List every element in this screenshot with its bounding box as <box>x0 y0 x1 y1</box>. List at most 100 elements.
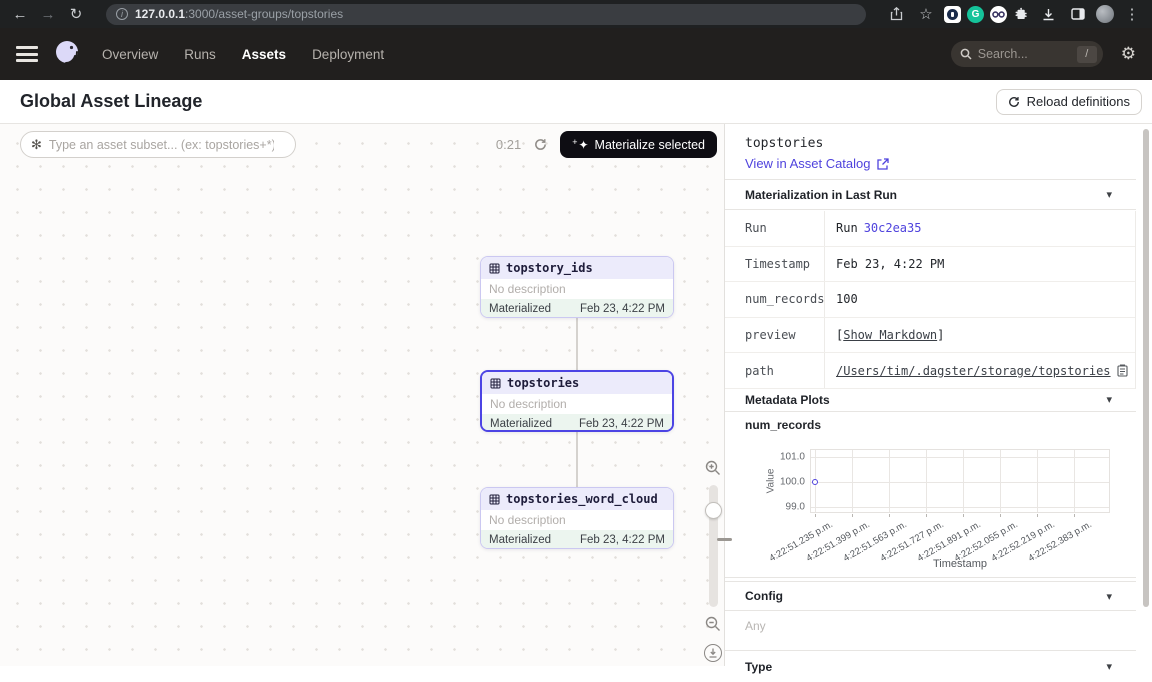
run-id-link[interactable]: 30c2ea35 <box>864 221 922 235</box>
search-input[interactable] <box>978 47 1064 61</box>
table-row-path: path /Users/tim/.dagster/storage/topstor… <box>725 353 1135 389</box>
browser-reload-button[interactable]: ↻ <box>64 3 88 25</box>
asset-subset-filter[interactable]: ✻ <box>20 131 296 158</box>
metadata-plot-block: num_records Value 101.0100.099.04:22:51.… <box>725 412 1136 578</box>
refresh-timer: 0:21 <box>496 137 521 152</box>
primary-nav: Overview Runs Assets Deployment <box>102 47 384 62</box>
global-search[interactable]: / <box>951 41 1103 67</box>
graph-refresh-icon[interactable] <box>534 138 547 151</box>
asset-node-name: topstory_ids <box>506 261 593 275</box>
table-row-run: Run Run30c2ea35 <box>725 211 1135 247</box>
collapse-caret-icon[interactable]: ▾ <box>1106 660 1112 673</box>
panel-divider-handle[interactable] <box>717 538 732 541</box>
chart-x-tick: 4:22:52.383 p.m. <box>1026 519 1093 564</box>
config-value: Any <box>745 619 766 633</box>
asset-node-status: Materialized <box>489 303 551 315</box>
page-header: Global Asset Lineage Reload definitions <box>0 80 1152 124</box>
collapse-caret-icon[interactable]: ▾ <box>1106 188 1112 201</box>
show-markdown-link[interactable]: Show Markdown <box>843 328 937 342</box>
materialize-selected-button[interactable]: +✦ Materialize selected <box>560 131 717 158</box>
materialize-sparkle-icon: +✦ <box>572 138 588 152</box>
view-in-asset-catalog-link[interactable]: View in Asset Catalog <box>745 156 889 171</box>
fit-view-icon[interactable] <box>704 644 722 662</box>
lineage-edge <box>576 432 578 487</box>
chart-x-tick: 4:22:51.399 p.m. <box>804 519 871 564</box>
asset-subset-input[interactable] <box>49 138 274 152</box>
extension-icon-goggles[interactable] <box>990 6 1007 23</box>
asset-node-name: topstories_word_cloud <box>506 492 658 506</box>
nav-item-deployment[interactable]: Deployment <box>312 47 384 62</box>
table-icon <box>489 494 500 505</box>
materialization-metadata-table: Run Run30c2ea35 Timestamp Feb 23, 4:22 P… <box>725 211 1136 389</box>
browser-toolbar: ← → ↻ i 127.0.0.1:3000/asset-groups/tops… <box>0 0 1152 28</box>
asset-node-status: Materialized <box>489 534 551 546</box>
panel-scrollbar[interactable] <box>1143 129 1149 607</box>
bookmark-star-icon[interactable]: ☆ <box>914 3 938 25</box>
table-row-timestamp: Timestamp Feb 23, 4:22 PM <box>725 247 1135 283</box>
op-selector-icon: ✻ <box>31 137 42 153</box>
asset-node-topstory-ids[interactable]: topstory_ids No description Materialized… <box>480 256 674 318</box>
nav-item-assets[interactable]: Assets <box>242 47 286 62</box>
nav-item-runs[interactable]: Runs <box>184 47 216 62</box>
section-materialization-last-run[interactable]: Materialization in Last Run ▾ <box>725 180 1136 210</box>
main-content: ✻ 0:21 +✦ Materialize selected topstory_… <box>0 124 1152 666</box>
asset-node-status: Materialized <box>490 418 552 430</box>
url-host: 127.0.0.1 <box>135 7 185 21</box>
extensions-puzzle-icon[interactable] <box>1013 6 1030 23</box>
asset-node-description: No description <box>481 510 673 530</box>
section-metadata-plots[interactable]: Metadata Plots ▾ <box>725 388 1136 412</box>
copy-clipboard-icon[interactable] <box>1117 364 1128 377</box>
side-panel-icon[interactable] <box>1066 3 1090 25</box>
zoom-in-icon[interactable] <box>705 460 721 476</box>
path-link[interactable]: /Users/tim/.dagster/storage/topstories <box>836 364 1111 378</box>
section-config[interactable]: Config ▾ <box>725 581 1136 611</box>
chart-y-tick: 99.0 <box>786 502 805 513</box>
asset-node-topstories-word-cloud[interactable]: topstories_word_cloud No description Mat… <box>480 487 674 549</box>
lineage-edge <box>576 318 578 370</box>
collapse-caret-icon[interactable]: ▾ <box>1106 393 1112 406</box>
nav-item-overview[interactable]: Overview <box>102 47 158 62</box>
browser-menu-kebab-icon[interactable]: ⋮ <box>1120 3 1144 25</box>
site-info-icon[interactable]: i <box>116 8 128 20</box>
table-icon <box>489 263 500 274</box>
chart-x-axis-label: Timestamp <box>933 558 987 570</box>
grammarly-extension-icon[interactable]: G <box>967 6 984 23</box>
share-icon[interactable] <box>884 3 908 25</box>
chart-data-point[interactable] <box>812 479 818 485</box>
reload-definitions-button[interactable]: Reload definitions <box>996 89 1142 115</box>
dagster-logo[interactable] <box>52 38 84 70</box>
section-type[interactable]: Type ▾ <box>725 650 1136 682</box>
downloads-icon[interactable] <box>1036 3 1060 25</box>
search-shortcut-badge: / <box>1077 46 1097 63</box>
chart-y-axis-label: Value <box>766 469 777 494</box>
zoom-out-icon[interactable] <box>705 616 721 632</box>
address-bar[interactable]: i 127.0.0.1:3000/asset-groups/topstories <box>106 4 866 25</box>
search-icon <box>960 48 972 60</box>
browser-forward-button[interactable]: → <box>36 3 60 25</box>
profile-avatar[interactable] <box>1096 5 1114 23</box>
asset-details-panel: topstories View in Asset Catalog Materia… <box>725 124 1152 666</box>
extension-icon-1[interactable] <box>944 6 961 23</box>
refresh-icon <box>1008 96 1020 108</box>
collapse-caret-icon[interactable]: ▾ <box>1106 590 1112 603</box>
table-row-num-records: num_records 100 <box>725 282 1135 318</box>
settings-gear-icon[interactable]: ⚙ <box>1121 44 1136 64</box>
page-title: Global Asset Lineage <box>20 91 202 112</box>
asset-graph-canvas[interactable]: ✻ 0:21 +✦ Materialize selected topstory_… <box>0 124 724 666</box>
table-icon <box>490 378 501 389</box>
asset-node-topstories[interactable]: topstories No description Materialized F… <box>480 370 674 432</box>
chart-x-tick: 4:22:51.235 p.m. <box>767 519 834 564</box>
app-nav-bar: Overview Runs Assets Deployment / ⚙ <box>0 28 1152 80</box>
hamburger-menu-icon[interactable] <box>16 46 38 62</box>
num-records-chart: Value 101.0100.099.04:22:51.235 p.m.4:22… <box>725 412 1136 578</box>
chart-x-tick: 4:22:51.563 p.m. <box>841 519 908 564</box>
zoom-slider-handle[interactable] <box>705 502 722 519</box>
chart-plot-area: 101.0100.099.04:22:51.235 p.m.4:22:51.39… <box>810 449 1110 513</box>
browser-back-button[interactable]: ← <box>8 3 32 25</box>
chart-y-tick: 100.0 <box>780 477 805 488</box>
asset-node-name: topstories <box>507 376 579 390</box>
asset-node-description: No description <box>482 394 672 414</box>
url-text: 127.0.0.1:3000/asset-groups/topstories <box>135 7 343 21</box>
selected-asset-name: topstories <box>745 136 1136 151</box>
chart-x-tick: 4:22:52.219 p.m. <box>989 519 1056 564</box>
